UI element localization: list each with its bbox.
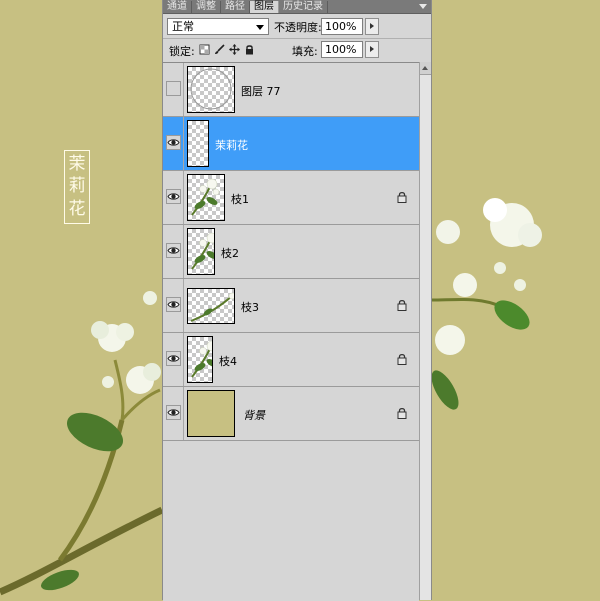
layers-panel: 通道 调整 路径 图层 历史记录 正常 不透明度: 100% 锁定: 填充: 1… <box>162 0 432 601</box>
layers-list: 图层 77 茉莉花枝1 枝2 枝3 枝4 背景 <box>163 62 419 601</box>
tab-channels[interactable]: 通道 <box>163 1 192 13</box>
tab-paths[interactable]: 路径 <box>221 1 250 13</box>
visibility-eye-icon[interactable] <box>166 297 181 312</box>
panel-tab-bar: 通道 调整 路径 图层 历史记录 <box>163 0 431 14</box>
layer-name: 枝4 <box>219 355 237 368</box>
layer-thumbnail[interactable] <box>187 288 235 324</box>
layer-name: 枝2 <box>221 247 239 260</box>
divider <box>183 279 184 332</box>
layer-row[interactable]: 背景 <box>163 387 419 441</box>
jasmine-branch-right <box>431 198 542 410</box>
scroll-up-arrow[interactable] <box>420 62 431 75</box>
layer-thumbnail[interactable] <box>187 336 213 383</box>
lock-all-icon[interactable] <box>244 44 255 55</box>
divider <box>183 171 184 224</box>
fill-label: 填充: <box>292 45 318 58</box>
visibility-eye-icon[interactable] <box>166 405 181 420</box>
layer-name: 枝3 <box>241 301 259 314</box>
layers-scrollbar[interactable] <box>419 62 431 600</box>
visibility-eye-icon[interactable] <box>166 81 181 96</box>
jasmine-branch-left <box>0 291 164 596</box>
tab-adjustments[interactable]: 调整 <box>192 1 221 13</box>
divider <box>183 63 184 116</box>
visibility-eye-icon[interactable] <box>166 351 181 366</box>
lock-row: 锁定: 填充: 100% <box>163 39 431 61</box>
lock-transparent-icon[interactable] <box>199 44 210 55</box>
visibility-eye-icon[interactable] <box>166 135 181 150</box>
divider <box>183 225 184 278</box>
opacity-slider-button[interactable] <box>365 18 379 35</box>
fill-input[interactable]: 100% <box>321 41 363 58</box>
chevron-down-icon <box>256 25 264 30</box>
layer-thumbnail[interactable] <box>187 66 235 113</box>
layer-row[interactable]: 枝3 <box>163 279 419 333</box>
layer-lock-icon <box>397 299 407 311</box>
layer-name: 枝1 <box>231 193 249 206</box>
layer-lock-icon <box>397 191 407 203</box>
lock-label: 锁定: <box>169 45 195 58</box>
visibility-eye-icon[interactable] <box>166 243 181 258</box>
layer-row[interactable]: 枝1 <box>163 171 419 225</box>
fill-slider-button[interactable] <box>365 41 379 58</box>
layer-thumbnail[interactable] <box>187 174 225 221</box>
layer-name: 茉莉花 <box>215 139 248 152</box>
layer-thumbnail[interactable] <box>187 228 215 275</box>
divider <box>183 387 184 440</box>
opacity-label: 不透明度: <box>274 21 322 34</box>
panel-menu-icon[interactable] <box>417 1 431 13</box>
title-char: 莉 <box>68 176 86 197</box>
title-char: 茉 <box>68 153 86 174</box>
divider <box>183 333 184 386</box>
lock-paint-icon[interactable] <box>214 44 225 55</box>
blend-row: 正常 不透明度: 100% <box>163 16 431 38</box>
layer-lock-icon <box>397 407 407 419</box>
tab-history[interactable]: 历史记录 <box>279 1 328 13</box>
layer-name: 背景 <box>243 409 265 422</box>
opacity-input[interactable]: 100% <box>321 18 363 35</box>
layer-row[interactable]: 枝4 <box>163 333 419 387</box>
layer-row[interactable]: 茉莉花 <box>163 117 419 171</box>
blend-mode-value: 正常 <box>172 20 194 33</box>
layer-row[interactable]: 图层 77 <box>163 63 419 117</box>
layer-name: 图层 77 <box>241 85 281 98</box>
visibility-eye-icon[interactable] <box>166 189 181 204</box>
layer-thumbnail[interactable] <box>187 120 209 167</box>
layer-lock-icon <box>397 353 407 365</box>
tab-layers[interactable]: 图层 <box>250 1 279 13</box>
layer-thumbnail[interactable] <box>187 390 235 437</box>
lock-move-icon[interactable] <box>229 44 240 55</box>
divider <box>183 117 184 170</box>
layer-row[interactable]: 枝2 <box>163 225 419 279</box>
title-char: 花 <box>68 199 86 220</box>
title-stamp: 茉 莉 花 <box>64 150 90 224</box>
blend-mode-select[interactable]: 正常 <box>167 18 269 35</box>
